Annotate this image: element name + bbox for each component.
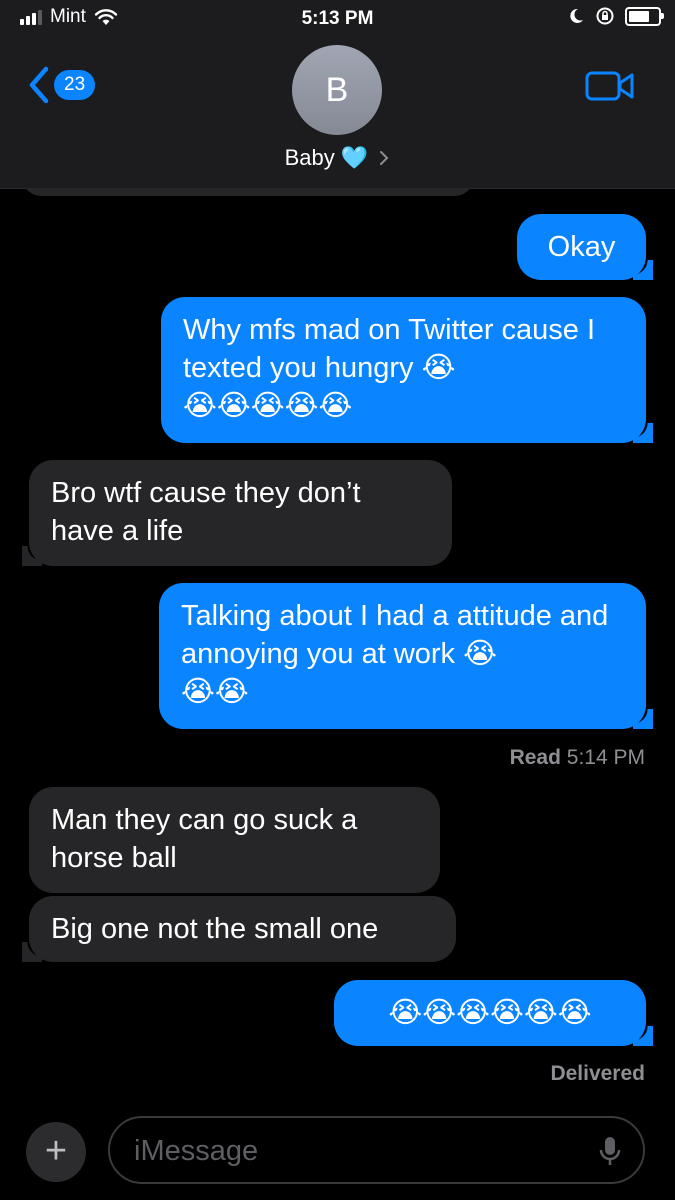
- read-time: 5:14 PM: [566, 746, 645, 769]
- message-bubble-incoming[interactable]: Big one not the small one: [22, 896, 456, 962]
- message-bubble-outgoing[interactable]: Okay: [517, 214, 653, 280]
- back-button[interactable]: 23: [28, 66, 96, 104]
- orientation-lock-icon: [596, 7, 614, 25]
- battery-icon: [625, 6, 664, 26]
- chevron-left-icon: [29, 66, 49, 104]
- heart-emoji: 🩵: [340, 145, 369, 171]
- read-label: Read: [509, 746, 561, 769]
- read-receipt: Read 5:14 PM: [510, 746, 645, 770]
- message-bubble-incoming[interactable]: Bro wtf cause they don’t have a life: [22, 460, 452, 566]
- delivered-status: Delivered: [550, 1062, 645, 1085]
- unread-count-badge: 23: [54, 70, 96, 100]
- message-bubble-outgoing[interactable]: Talking about I had a attitude and annoy…: [159, 583, 653, 729]
- composer-bar: +: [0, 1100, 675, 1200]
- moon-icon: [570, 8, 583, 23]
- status-bar: Mint 5:13 PM: [0, 0, 675, 40]
- microphone-icon[interactable]: [599, 1136, 621, 1168]
- message-bubble-outgoing[interactable]: Why mfs mad on Twitter cause I texted yo…: [161, 297, 653, 443]
- chevron-right-icon: [380, 151, 389, 166]
- message-thread[interactable]: Okay Why mfs mad on Twitter cause I text…: [0, 188, 675, 1100]
- conversation-header: 23 B Baby 🩵: [0, 40, 675, 189]
- status-icons: [567, 6, 664, 26]
- contact-avatar[interactable]: B: [292, 45, 382, 135]
- imessage-input[interactable]: [132, 1128, 576, 1174]
- message-bubble-incoming[interactable]: Man they can go suck a horse ball: [29, 787, 440, 893]
- contact-name-button[interactable]: Baby 🩵: [0, 144, 675, 171]
- message-bubble-partial: [22, 188, 474, 196]
- message-bubble-outgoing[interactable]: 😭😭😭😭😭😭: [334, 980, 653, 1046]
- message-field[interactable]: [108, 1116, 645, 1184]
- video-call-icon[interactable]: [585, 70, 635, 102]
- contact-name: Baby: [284, 145, 335, 171]
- apps-plus-button[interactable]: +: [26, 1122, 86, 1182]
